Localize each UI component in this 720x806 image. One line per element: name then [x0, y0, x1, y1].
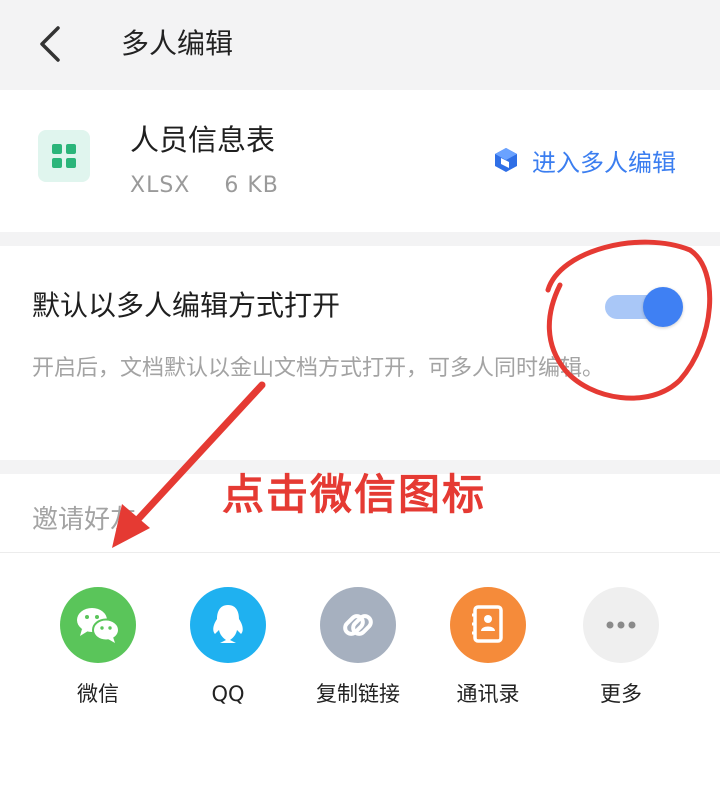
setting-title: 默认以多人编辑方式打开	[32, 289, 341, 322]
file-name: 人员信息表	[130, 123, 276, 157]
more-dots-icon	[583, 587, 659, 663]
share-wechat-button[interactable]: 微信	[33, 587, 163, 709]
spreadsheet-icon	[38, 130, 90, 182]
link-icon	[320, 587, 396, 663]
share-contacts-button[interactable]: 通讯录	[423, 587, 553, 709]
file-meta: XLSX 6 KB	[130, 170, 279, 202]
wechat-icon	[60, 587, 136, 663]
setting-description: 开启后，文档默认以金山文档方式打开，可多人同时编辑。	[32, 356, 605, 381]
back-button[interactable]	[30, 22, 74, 66]
default-open-setting: 默认以多人编辑方式打开 开启后，文档默认以金山文档方式打开，可多人同时编辑。	[0, 246, 720, 460]
top-bar: 多人编辑	[0, 0, 720, 90]
enter-multi-edit-label: 进入多人编辑	[532, 148, 676, 177]
share-options: 微信 QQ 复制链接 通讯录 更多	[0, 553, 720, 806]
share-label: 微信	[77, 682, 119, 706]
file-size: 6 KB	[224, 173, 279, 198]
enter-multi-edit-button[interactable]: 进入多人编辑	[492, 142, 676, 178]
share-label: 通讯录	[456, 682, 520, 706]
chevron-left-icon	[40, 26, 60, 62]
multi-edit-toggle[interactable]	[605, 287, 683, 327]
file-format: XLSX	[130, 173, 191, 198]
annotation-text: 点击微信图标	[222, 470, 487, 519]
cube-icon	[495, 148, 517, 172]
share-qq-button[interactable]: QQ	[163, 587, 293, 709]
share-label: 更多	[600, 682, 642, 706]
contacts-icon	[450, 587, 526, 663]
invite-label: 邀请好友	[32, 505, 137, 535]
file-card: 人员信息表 XLSX 6 KB 进入多人编辑	[0, 90, 720, 232]
share-label: QQ	[211, 682, 245, 706]
share-label: 复制链接	[316, 682, 400, 706]
share-more-button[interactable]: 更多	[556, 587, 686, 709]
share-copy-link-button[interactable]: 复制链接	[293, 587, 423, 709]
toggle-knob	[643, 287, 683, 327]
qq-penguin-icon	[190, 587, 266, 663]
page-title: 多人编辑	[121, 27, 234, 60]
